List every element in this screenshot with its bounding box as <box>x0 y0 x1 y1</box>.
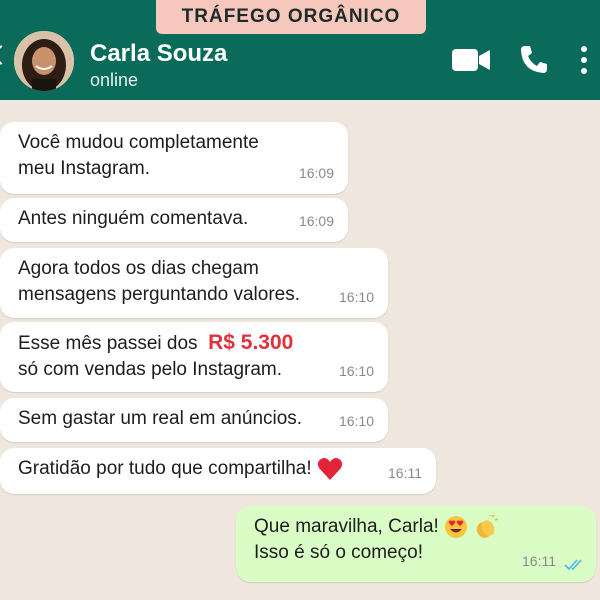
message-list[interactable]: Você mudou completamente meu Instagram. 1… <box>0 100 600 600</box>
highlight-amount: R$ 5.300 <box>208 331 294 354</box>
message-text: Agora todos os dias chegam mensagens perg… <box>18 258 301 305</box>
message-bubble[interactable]: Gratidão por tudo que compartilha! 16:11 <box>0 448 436 494</box>
message-text: Antes ninguém comentava. <box>18 208 249 229</box>
message-time: 16:10 <box>338 289 374 305</box>
chat-header: TRÁFEGO ORGÂNICO Carla Souza online <box>0 0 600 100</box>
message-bubble[interactable]: Agora todos os dias chegam mensagens perg… <box>0 248 388 318</box>
message-bubble[interactable]: Você mudou completamente meu Instagram. 1… <box>0 122 348 194</box>
message-bubble[interactable]: Antes ninguém comentava. 16:09 <box>0 198 348 242</box>
outgoing-message-bubble[interactable]: Que maravilha, Carla! Isso é só o começo… <box>236 506 596 582</box>
message-time: 16:11 <box>388 465 422 481</box>
more-options-icon[interactable] <box>578 44 590 76</box>
clapping-hands-icon <box>477 514 499 538</box>
message-text: Esse mês passei dos R$ 5.300 só com vend… <box>18 331 294 380</box>
message-bubble[interactable]: Sem gastar um real em anúncios. 16:10 <box>0 398 388 442</box>
message-time: 16:09 <box>298 213 334 229</box>
contact-status: online <box>90 70 139 90</box>
message-text: Sem gastar um real em anúncios. <box>18 408 303 429</box>
message-bubble[interactable]: Esse mês passei dos R$ 5.300 só com vend… <box>0 322 388 392</box>
back-arrow-icon[interactable] <box>0 45 11 65</box>
heart-eyes-icon <box>445 515 468 538</box>
phone-call-icon[interactable] <box>518 43 550 75</box>
avatar[interactable] <box>14 31 74 91</box>
message-text: Você mudou completamente meu Instagram. <box>18 132 259 179</box>
read-receipt-icon <box>564 559 582 571</box>
contact-name[interactable]: Carla Souza <box>90 40 227 68</box>
message-text: Gratidão por tudo que compartilha! <box>18 456 422 482</box>
message-time: 16:10 <box>338 363 374 379</box>
red-heart-icon <box>317 457 343 480</box>
message-time: 16:10 <box>338 413 374 429</box>
message-time: 16:11 <box>522 553 556 569</box>
title-banner: TRÁFEGO ORGÂNICO <box>156 0 426 34</box>
video-call-icon[interactable] <box>452 47 490 73</box>
message-time: 16:09 <box>298 165 334 181</box>
